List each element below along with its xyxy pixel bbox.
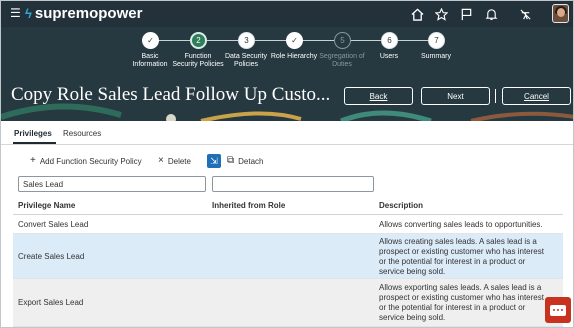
- table-row[interactable]: Convert Sales Lead Allows converting sal…: [13, 215, 563, 234]
- column-header-inherited-from-role[interactable]: Inherited from Role: [212, 201, 285, 210]
- cancel-button[interactable]: Cancel: [502, 87, 571, 105]
- train-step-data-security[interactable]: 3: [238, 32, 255, 49]
- star-icon[interactable]: [433, 6, 449, 22]
- train-step-label[interactable]: Summary: [406, 53, 466, 61]
- plus-icon: +: [30, 155, 36, 166]
- description-cell: Allows creating sales leads. A sales lea…: [379, 237, 544, 276]
- brand-logo[interactable]: ϟ supremopower: [25, 4, 143, 22]
- page-title: Copy Role Sales Lead Follow Up Custo...: [11, 84, 331, 105]
- table-toolbar: + Add Function Security Policy × Delete ⇲ …: [1, 151, 573, 171]
- table-header: Privilege Name Inherited from Role Descr…: [13, 197, 563, 215]
- train-step-summary[interactable]: 7: [428, 32, 445, 49]
- chat-icon: [550, 304, 566, 316]
- detach-icon: ⧉: [227, 155, 235, 166]
- table-row[interactable]: Export Sales Lead Allows exporting sales…: [13, 279, 563, 327]
- bolt-icon: ϟ: [25, 5, 32, 21]
- button-divider: [495, 89, 496, 103]
- brand-name: supremopower: [34, 4, 143, 22]
- accessibility-icon[interactable]: [517, 6, 533, 22]
- home-icon[interactable]: [409, 6, 425, 22]
- close-icon: ×: [158, 155, 164, 166]
- tab-bar: Privileges Resources: [1, 121, 573, 145]
- flag-icon[interactable]: [458, 6, 474, 22]
- check-icon: ✓: [291, 36, 298, 45]
- privilege-name-filter[interactable]: Sales Lead: [18, 176, 206, 192]
- back-button[interactable]: Back: [344, 87, 413, 105]
- privilege-name-cell: Create Sales Lead: [18, 252, 85, 261]
- next-button[interactable]: Next: [421, 87, 490, 105]
- active-tab-indicator: [13, 142, 56, 144]
- delete-button[interactable]: × Delete: [158, 156, 191, 166]
- privilege-name-cell: Convert Sales Lead: [18, 220, 89, 229]
- chat-button[interactable]: [545, 297, 571, 323]
- column-header-privilege-name[interactable]: Privilege Name: [18, 201, 75, 210]
- tab-resources[interactable]: Resources: [63, 129, 101, 138]
- train-step-role-hierarchy[interactable]: ✓: [286, 32, 303, 49]
- tab-privileges[interactable]: Privileges: [14, 129, 52, 138]
- hamburger-icon[interactable]: ☰: [10, 7, 21, 19]
- check-icon: ✓: [147, 36, 154, 45]
- detach-button[interactable]: ⧉ Detach: [227, 156, 264, 166]
- avatar[interactable]: [552, 4, 569, 23]
- add-function-security-policy-button[interactable]: + Add Function Security Policy: [30, 156, 142, 166]
- train-step-segregation-of-duties: 5: [334, 32, 351, 49]
- inherited-role-filter[interactable]: [212, 176, 374, 192]
- train-step-function-security[interactable]: 2: [190, 32, 207, 49]
- train-step-basic-information[interactable]: ✓: [142, 32, 159, 49]
- train-step-users[interactable]: 6: [381, 32, 398, 49]
- freeze-columns-icon[interactable]: ⇲: [207, 154, 221, 168]
- bell-icon[interactable]: [483, 6, 499, 22]
- page-header-band: ✓ Basic Information 2 Function Security …: [1, 27, 573, 121]
- global-header: ☰ ϟ supremopower: [1, 1, 573, 27]
- column-header-description[interactable]: Description: [379, 201, 423, 210]
- table-row[interactable]: Create Sales Lead Allows creating sales …: [13, 234, 563, 279]
- description-cell: Allows converting sales leads to opportu…: [379, 220, 543, 229]
- description-cell: Allows exporting sales leads. A sales le…: [379, 283, 544, 322]
- privilege-name-cell: Export Sales Lead: [18, 298, 84, 307]
- app-window: ☰ ϟ supremopower ✓ Basic Information 2 F…: [0, 0, 574, 328]
